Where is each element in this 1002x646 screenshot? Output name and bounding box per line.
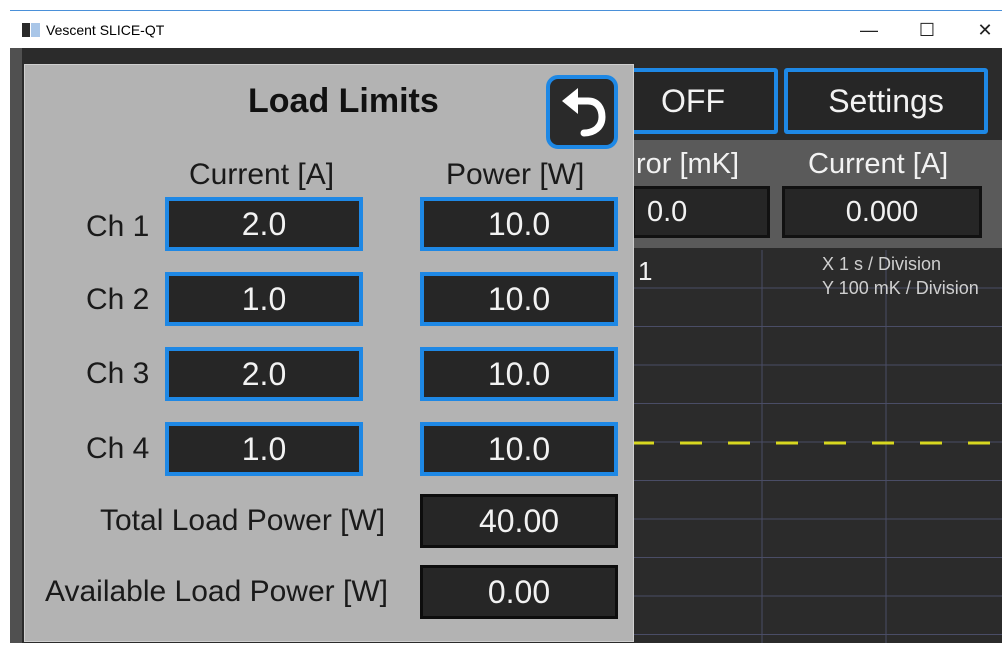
ch4-current-field[interactable]: 1.0	[165, 422, 363, 476]
available-load-power-value: 0.00	[420, 565, 618, 619]
scope-grid	[632, 250, 1002, 643]
ch4-power-field[interactable]: 10.0	[420, 422, 618, 476]
total-load-power-value: 40.00	[420, 494, 618, 548]
scope-plot[interactable]	[632, 250, 1002, 643]
close-button[interactable]: ✕	[956, 11, 1002, 49]
ch1-power-field[interactable]: 10.0	[420, 197, 618, 251]
available-load-power-label: Available Load Power [W]	[45, 575, 388, 608]
channel-label: Ch 1	[86, 210, 150, 243]
window-left-edge	[10, 48, 22, 643]
maximize-button[interactable]: ☐	[898, 11, 956, 49]
current-column-header: Current [A]	[189, 158, 335, 191]
current-readout: 0.000	[782, 186, 982, 238]
scope-y-scale: Y 100 mK / Division	[822, 278, 979, 298]
minimize-button[interactable]: —	[840, 11, 898, 49]
back-button[interactable]	[546, 75, 618, 149]
channel-label: Ch 2	[86, 283, 150, 316]
window-title: Vescent SLICE-QT	[46, 22, 165, 38]
undo-arrow-icon	[562, 88, 606, 137]
error-readout: 0.0	[632, 186, 770, 238]
current-header: Current [A]	[808, 148, 949, 180]
title-bar: Vescent SLICE-QT — ☐ ✕	[10, 10, 1002, 49]
scope-x-scale: X 1 s / Division	[822, 254, 942, 274]
channel-label: Ch 3	[86, 357, 150, 390]
scope-channel-label: 1	[638, 256, 653, 286]
channel-label: Ch 4	[86, 432, 150, 465]
power-column-header: Power [W]	[446, 158, 585, 191]
ch2-power-field[interactable]: 10.0	[420, 272, 618, 326]
ch3-current-field[interactable]: 2.0	[165, 347, 363, 401]
dialog-title: Load Limits	[248, 82, 439, 120]
ch1-current-field[interactable]: 2.0	[165, 197, 363, 251]
total-load-power-label: Total Load Power [W]	[100, 504, 386, 537]
error-header: ror [mK]	[636, 148, 740, 180]
app-icon	[22, 23, 40, 37]
settings-button[interactable]: Settings	[784, 68, 988, 134]
ch3-power-field[interactable]: 10.0	[420, 347, 618, 401]
ch2-current-field[interactable]: 1.0	[165, 272, 363, 326]
